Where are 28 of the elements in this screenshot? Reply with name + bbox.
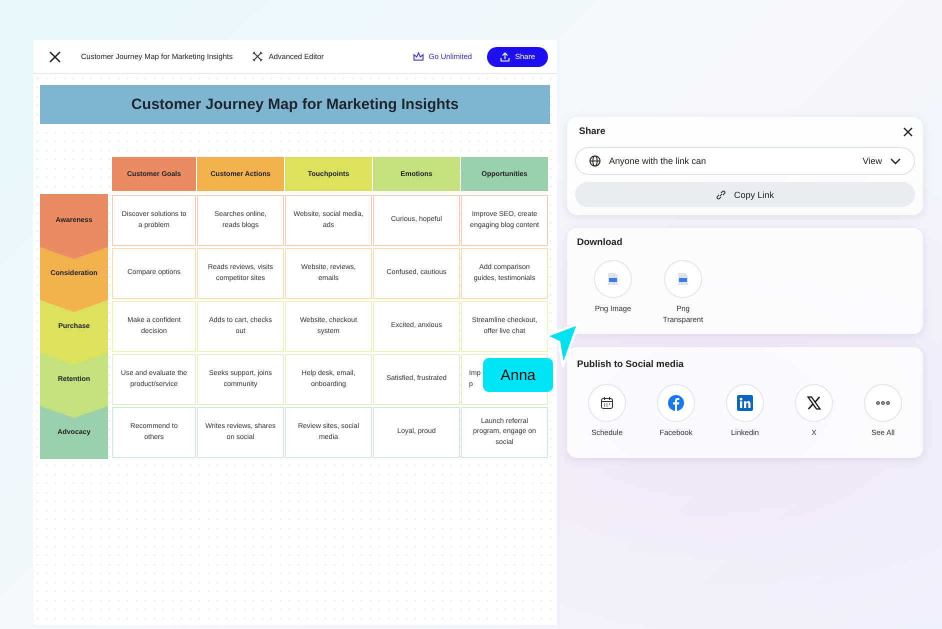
map-title: Customer Journey Map for Marketing Insights <box>40 85 550 124</box>
chevron-point-icon <box>40 353 108 365</box>
panel-title: Download <box>576 237 624 248</box>
more-icon <box>876 400 890 404</box>
globe-icon <box>589 155 601 167</box>
link-icon <box>716 190 726 200</box>
chevron-point-icon <box>40 300 108 312</box>
tools-icon <box>252 51 263 62</box>
copy-link-button[interactable]: Copy Link <box>575 182 915 207</box>
calendar-icon <box>600 396 614 410</box>
linkedin-icon <box>737 394 753 410</box>
close-icon[interactable] <box>49 50 61 62</box>
facebook-icon <box>668 394 684 410</box>
chevron-down-icon <box>890 158 901 164</box>
upload-icon <box>500 52 510 62</box>
close-icon[interactable] <box>903 126 913 136</box>
chevron-point-icon <box>40 406 108 418</box>
access-dropdown[interactable]: Anyone with the link can View <box>575 147 915 175</box>
panel-title: Publish to Social media <box>576 358 685 370</box>
crown-icon <box>412 52 424 61</box>
permission-label: View <box>862 156 882 166</box>
access-label: Anyone with the link can <box>609 156 706 166</box>
collaborator-name-tag: Anna <box>483 358 553 392</box>
x-logo-icon <box>807 396 821 410</box>
panel-title: Share <box>578 126 606 137</box>
image-file-icon <box>677 272 689 286</box>
chevron-point-icon <box>40 247 108 259</box>
image-file-icon <box>607 272 619 286</box>
